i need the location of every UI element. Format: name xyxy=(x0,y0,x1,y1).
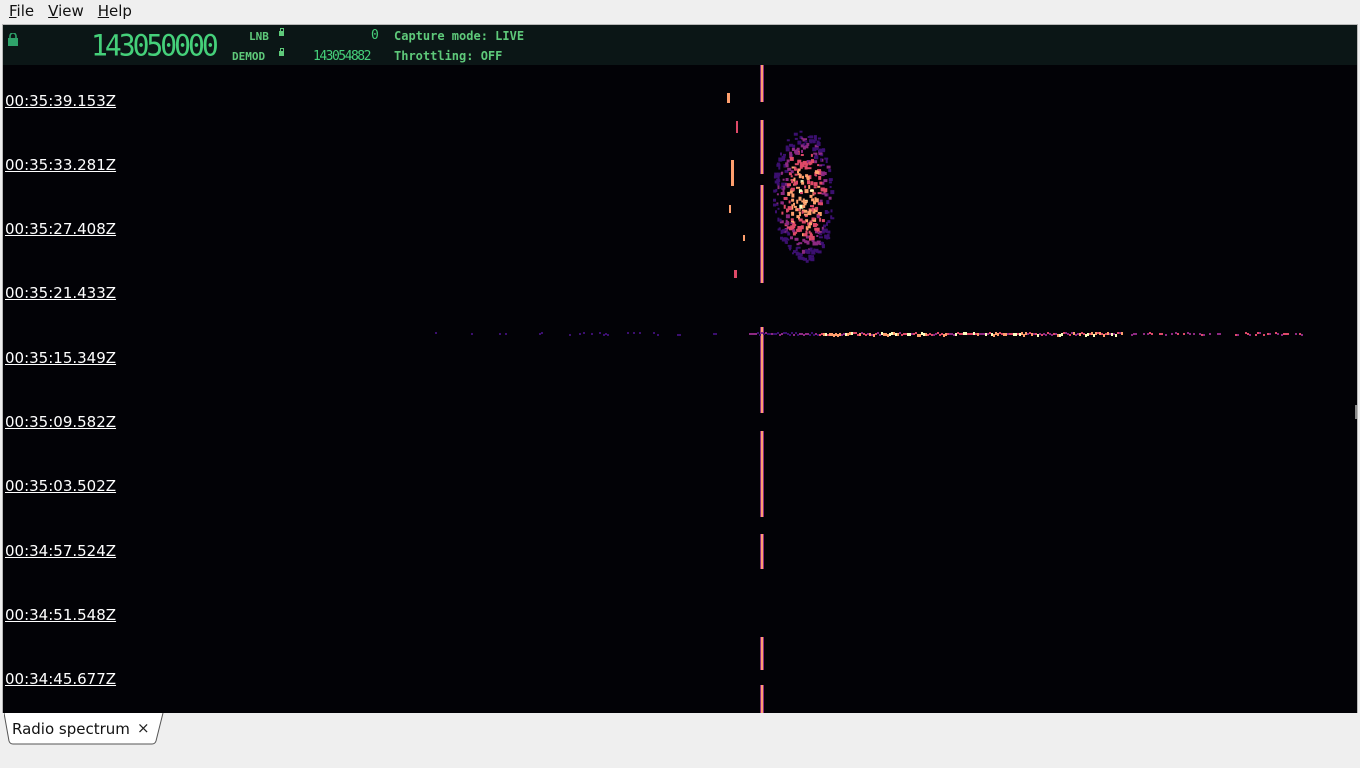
menu-file[interactable]: File xyxy=(4,0,39,22)
lock-icon[interactable] xyxy=(7,31,19,50)
lnb-value[interactable]: 0 xyxy=(371,28,379,43)
timestamp-label: 00:35:09.582Z xyxy=(5,413,117,431)
center-frequency-display[interactable]: 143050000 xyxy=(91,30,219,62)
timestamp-label: 00:34:57.524Z xyxy=(5,542,117,560)
receiver-header: 143050000 LNB 0 DEMOD 143054882 Capture … xyxy=(3,25,1357,65)
demod-lock-icon[interactable] xyxy=(279,48,284,56)
waterfall-canvas xyxy=(435,65,1303,714)
tab-label: Radio spectrum xyxy=(12,720,130,738)
throttling-status: Throttling: OFF xyxy=(394,49,503,63)
resize-handle[interactable] xyxy=(1355,405,1357,419)
spectrum-panel: 143050000 LNB 0 DEMOD 143054882 Capture … xyxy=(2,24,1358,715)
timestamp-label: 00:34:51.548Z xyxy=(5,606,117,624)
timestamp-label: 00:35:21.433Z xyxy=(5,284,117,302)
timestamp-label: 00:34:45.677Z xyxy=(5,670,117,688)
close-icon[interactable]: × xyxy=(137,719,150,737)
tab-bar: Radio spectrum × xyxy=(0,713,1360,768)
tab-radio-spectrum[interactable]: Radio spectrum × xyxy=(4,713,164,745)
timestamp-label: 00:35:39.153Z xyxy=(5,92,117,110)
lnb-lock-icon[interactable] xyxy=(279,28,284,36)
waterfall-display[interactable]: 00:35:39.153Z 00:35:33.281Z 00:35:27.408… xyxy=(3,65,1357,714)
menu-help[interactable]: Help xyxy=(93,0,137,22)
menu-view[interactable]: View xyxy=(43,0,89,22)
timestamp-label: 00:35:33.281Z xyxy=(5,156,117,174)
demod-label: DEMOD xyxy=(232,50,266,63)
menu-bar: File View Help xyxy=(0,0,1360,22)
timestamp-label: 00:35:27.408Z xyxy=(5,220,117,238)
timestamp-label: 00:35:03.502Z xyxy=(5,477,117,495)
capture-mode-status: Capture mode: LIVE xyxy=(394,29,525,43)
demod-value[interactable]: 143054882 xyxy=(313,49,371,64)
lnb-label: LNB xyxy=(249,30,269,43)
timestamp-label: 00:35:15.349Z xyxy=(5,349,117,367)
